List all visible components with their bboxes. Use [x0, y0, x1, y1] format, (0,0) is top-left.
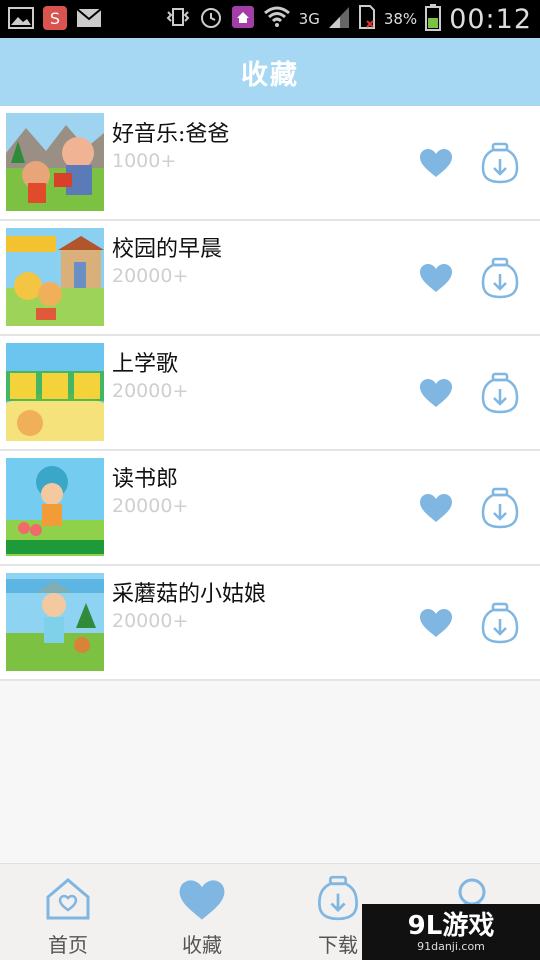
watermark-title: 9L游戏 [407, 910, 495, 941]
watermark-logo: 9L游戏 91danji.com [362, 904, 540, 960]
play-count: 20000+ [112, 380, 189, 402]
battery-icon [425, 3, 442, 35]
play-count: 20000+ [112, 495, 189, 517]
wifi-icon [263, 5, 291, 33]
favorite-heart-icon[interactable] [419, 608, 453, 638]
nav-download-label: 下载 [318, 933, 358, 957]
download-icon[interactable] [481, 257, 519, 299]
home-icon [44, 874, 92, 921]
song-title: 采蘑菇的小姑娘 [112, 582, 267, 607]
gallery-icon [8, 5, 34, 31]
status-bar: S 3G 38% 00:12 [0, 0, 540, 38]
favorite-heart-icon[interactable] [419, 148, 453, 178]
nav-home[interactable]: 首页 [18, 874, 118, 958]
alarm-icon [199, 5, 223, 33]
song-title: 好音乐:爸爸 [112, 122, 230, 147]
song-thumbnail [6, 458, 104, 556]
favorite-heart-icon[interactable] [419, 493, 453, 523]
home-app-icon [231, 5, 255, 33]
list-item[interactable]: 好音乐:爸爸 1000+ [0, 106, 540, 221]
nav-favorites[interactable]: 收藏 [152, 874, 252, 958]
list-item[interactable]: 采蘑菇的小姑娘 20000+ [0, 566, 540, 681]
favorites-list: 好音乐:爸爸 1000+ 校园的早晨 20000+ 上学歌 20000+ 读书郎… [0, 106, 540, 681]
download-icon[interactable] [481, 602, 519, 644]
mail-icon [76, 5, 102, 31]
song-title: 读书郎 [112, 467, 179, 492]
nav-favorites-label: 收藏 [182, 933, 222, 957]
sohu-icon: S [42, 5, 68, 31]
play-count: 20000+ [112, 610, 189, 632]
song-title: 校园的早晨 [112, 237, 223, 262]
nav-home-label: 首页 [48, 933, 88, 957]
play-count: 1000+ [112, 150, 177, 172]
song-thumbnail [6, 113, 104, 211]
list-item[interactable]: 读书郎 20000+ [0, 451, 540, 566]
network-type: 3G [298, 10, 320, 28]
download-icon [314, 874, 362, 921]
play-count: 20000+ [112, 265, 189, 287]
watermark-url: 91danji.com [417, 939, 485, 953]
song-title: 上学歌 [112, 352, 179, 377]
list-item[interactable]: 上学歌 20000+ [0, 336, 540, 451]
song-thumbnail [6, 343, 104, 441]
download-icon[interactable] [481, 372, 519, 414]
favorite-heart-icon[interactable] [419, 378, 453, 408]
battery-percent: 38% [383, 10, 418, 28]
header-bar: 收藏 [0, 38, 540, 106]
page-title: 收藏 [241, 59, 299, 91]
heart-icon [178, 874, 226, 921]
download-icon[interactable] [481, 487, 519, 529]
svg-text:S: S [50, 9, 60, 28]
list-item[interactable]: 校园的早晨 20000+ [0, 221, 540, 336]
signal-icon [328, 5, 350, 33]
clock: 00:12 [449, 3, 532, 35]
sim-icon [358, 5, 376, 33]
song-thumbnail [6, 228, 104, 326]
vibrate-icon [165, 6, 191, 32]
song-thumbnail [6, 573, 104, 671]
download-icon[interactable] [481, 142, 519, 184]
favorite-heart-icon[interactable] [419, 263, 453, 293]
